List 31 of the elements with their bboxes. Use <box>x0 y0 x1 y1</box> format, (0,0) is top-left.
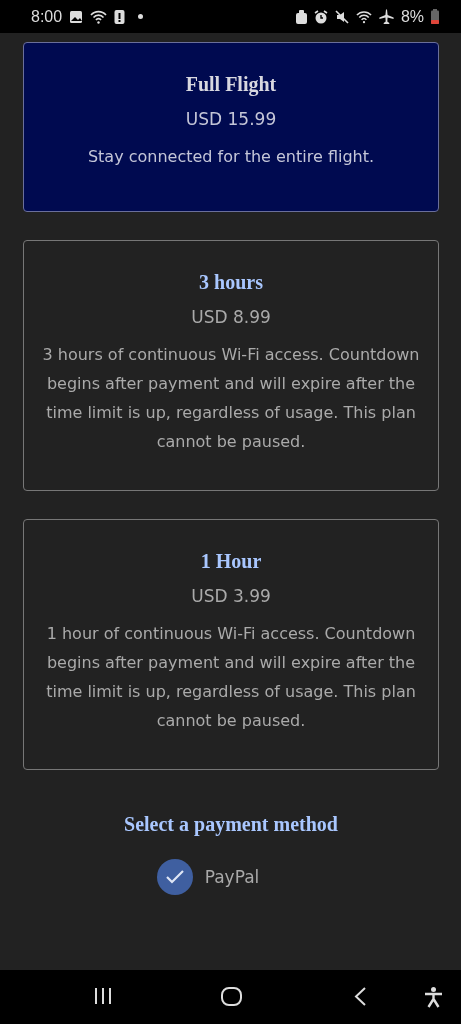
plan-price: USD 8.99 <box>191 307 271 327</box>
plan-price: USD 3.99 <box>191 586 271 606</box>
wifi-icon <box>355 9 372 24</box>
battery-icon <box>431 9 439 24</box>
back-icon[interactable] <box>353 987 367 1006</box>
payment-option-label: PayPal <box>204 867 260 887</box>
plan-card[interactable]: 3 hours USD 8.99 3 hours of continuous Wi-Fi access. Countdown begins after payment and will expire after the time limit is up, regardless of usage. This plan cannot be paused. <box>23 240 439 491</box>
check-icon <box>164 869 185 885</box>
alarm-icon <box>313 9 328 24</box>
plan-description: 1 hour of continuous Wi-Fi access. Countdown begins after payment and will expire after the time limit is up, regardless of usage. This plan cannot be paused. <box>45 623 417 732</box>
battery-percentage: 8% <box>400 7 424 26</box>
plan-title: Full Flight <box>185 73 277 96</box>
wifi-icon <box>90 9 108 24</box>
clock: 8:00 <box>31 7 63 26</box>
plan-title: 1 Hour <box>200 550 262 573</box>
mute-icon <box>334 9 349 24</box>
plan-title: 3 hours <box>199 271 263 294</box>
plan-description: 3 hours of continuous Wi-Fi access. Countdown begins after payment and will expire after the time limit is up, regardless of usage. This plan cannot be paused. <box>41 344 421 453</box>
recent-apps-icon[interactable] <box>93 987 113 1005</box>
plan-description: Stay connected for the entire flight. <box>87 146 375 168</box>
plan-card[interactable]: Full Flight USD 15.99 Stay connected for the entire flight. <box>23 42 439 212</box>
accessibility-icon[interactable] <box>424 987 443 1008</box>
section-heading: Select a payment method <box>124 813 338 836</box>
plan-price: USD 15.99 <box>185 109 277 129</box>
image-icon <box>69 9 84 24</box>
plan-card[interactable]: 1 Hour USD 3.99 1 hour of continuous Wi-Fi access. Countdown begins after payment and will expire after the time limit is up, regardless of usage. This plan cannot be paused. <box>23 519 439 770</box>
alert-icon <box>114 9 126 24</box>
home-icon[interactable] <box>221 987 242 1006</box>
airplane-icon <box>378 9 394 24</box>
radio-button[interactable] <box>156 859 193 895</box>
dot-icon <box>138 14 144 19</box>
